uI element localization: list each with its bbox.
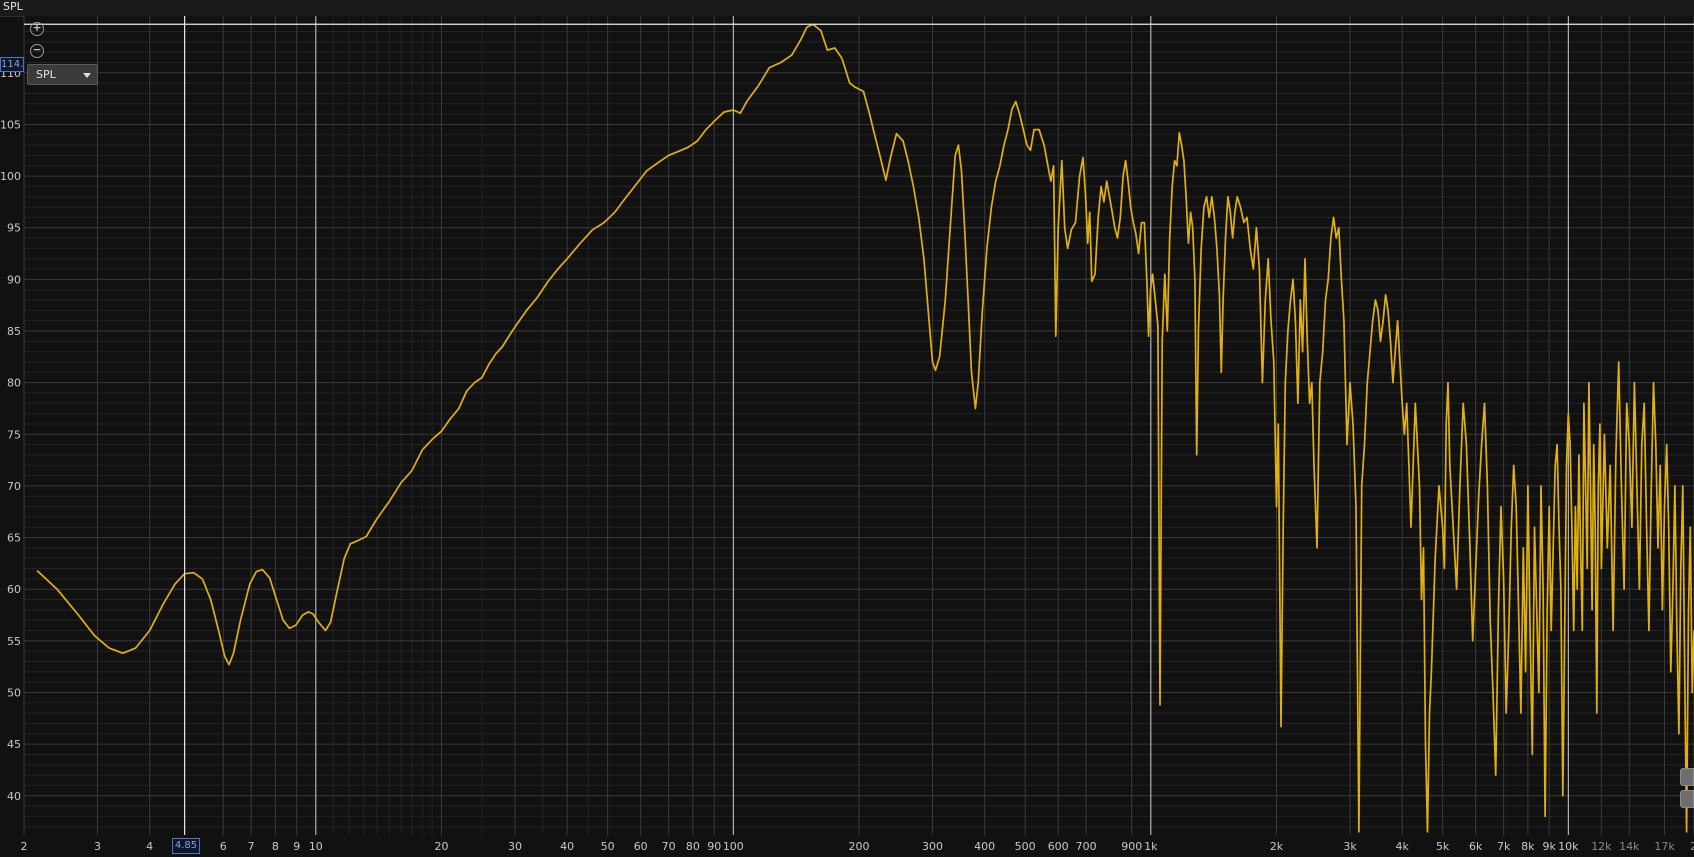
- y-tick-label: 100: [0, 170, 21, 183]
- x-tick-label: 9: [293, 840, 300, 853]
- spl-chart[interactable]: 404550556065707580859095100105110 234678…: [0, 0, 1694, 857]
- x-tick-label: 2: [21, 840, 28, 853]
- x-tick-label: 90: [707, 840, 721, 853]
- x-tick-label: 2k: [1270, 840, 1284, 853]
- x-tick-label: 20: [435, 840, 449, 853]
- x-tick-label: 900: [1121, 840, 1142, 853]
- x-tick-label: 60: [634, 840, 648, 853]
- y-tick-label: 55: [7, 635, 21, 648]
- scroll-handle-upper[interactable]: [1680, 768, 1694, 786]
- y-tick-label: 45: [7, 738, 21, 751]
- x-tick-label: 50: [601, 840, 615, 853]
- y-tick-label: 80: [7, 377, 21, 390]
- chevron-down-icon: [83, 73, 91, 78]
- x-tick-label: 700: [1076, 840, 1097, 853]
- x-tick-label: 3k: [1343, 840, 1357, 853]
- x-tick-label: 80: [686, 840, 700, 853]
- y-tick-label: 95: [7, 222, 21, 235]
- x-tick-label: 5k: [1436, 840, 1450, 853]
- cursor-x-readout: 4.85: [172, 838, 200, 854]
- x-tick-label: 6k: [1469, 840, 1483, 853]
- y-axis-labels: 404550556065707580859095100105110: [0, 67, 21, 803]
- spl-graph-window: SPL 40 45 50 55 60 65 70 75 80 85 90 95 100 105 110 23…: [0, 0, 1694, 857]
- x-tick-label: 30: [508, 840, 522, 853]
- x-tick-label: 70: [662, 840, 676, 853]
- x-tick-label: 9k: [1543, 840, 1557, 853]
- x-tick-label: 8: [272, 840, 279, 853]
- x-tick-label: 40: [560, 840, 574, 853]
- x-tick-label: 14k: [1619, 840, 1640, 853]
- x-tick-label: 400: [974, 840, 995, 853]
- y-tick-label: 70: [7, 480, 21, 493]
- x-tick-label: 3: [94, 840, 101, 853]
- x-tick-label: 4: [146, 840, 153, 853]
- x-tick-label: 2: [1690, 840, 1694, 853]
- x-tick-label: 100: [723, 840, 744, 853]
- zoom-in-icon[interactable]: +: [30, 22, 44, 36]
- y-tick-label: 90: [7, 273, 21, 286]
- y-tick-label: 105: [0, 118, 21, 131]
- scroll-handle-lower[interactable]: [1680, 790, 1694, 808]
- x-tick-label: 7: [248, 840, 255, 853]
- x-tick-label: 10k: [1558, 840, 1579, 853]
- measurement-select[interactable]: SPL: [27, 64, 98, 85]
- x-tick-label: 10: [309, 840, 323, 853]
- x-tick-label: 8k: [1521, 840, 1535, 853]
- y-tick-label: 65: [7, 532, 21, 545]
- x-tick-label: 7k: [1497, 840, 1511, 853]
- measurement-select-value: SPL: [36, 68, 56, 81]
- x-tick-label: 4k: [1395, 840, 1409, 853]
- zoom-out-icon[interactable]: −: [30, 44, 44, 58]
- x-tick-label: 200: [849, 840, 870, 853]
- y-tick-label: 85: [7, 325, 21, 338]
- x-tick-label: 17k: [1654, 840, 1675, 853]
- x-axis-labels: 2 3 4 6 7 8 9 10 20 30 40 50 60 70 80 90 100 200 300 400 500…: [21, 840, 1694, 853]
- y-tick-label: 60: [7, 583, 21, 596]
- x-tick-label: 6: [220, 840, 227, 853]
- y-tick-label: 40: [7, 790, 21, 803]
- x-tick-label: 300: [922, 840, 943, 853]
- x-tick-label: 500: [1015, 840, 1036, 853]
- y-tick-label: 50: [7, 686, 21, 699]
- y-tick-label: 75: [7, 428, 21, 441]
- x-tick-label: 600: [1048, 840, 1069, 853]
- x-tick-label: 12k: [1591, 840, 1612, 853]
- cursor-y-readout: 114.7: [0, 57, 24, 72]
- x-tick-label: 1k: [1144, 840, 1158, 853]
